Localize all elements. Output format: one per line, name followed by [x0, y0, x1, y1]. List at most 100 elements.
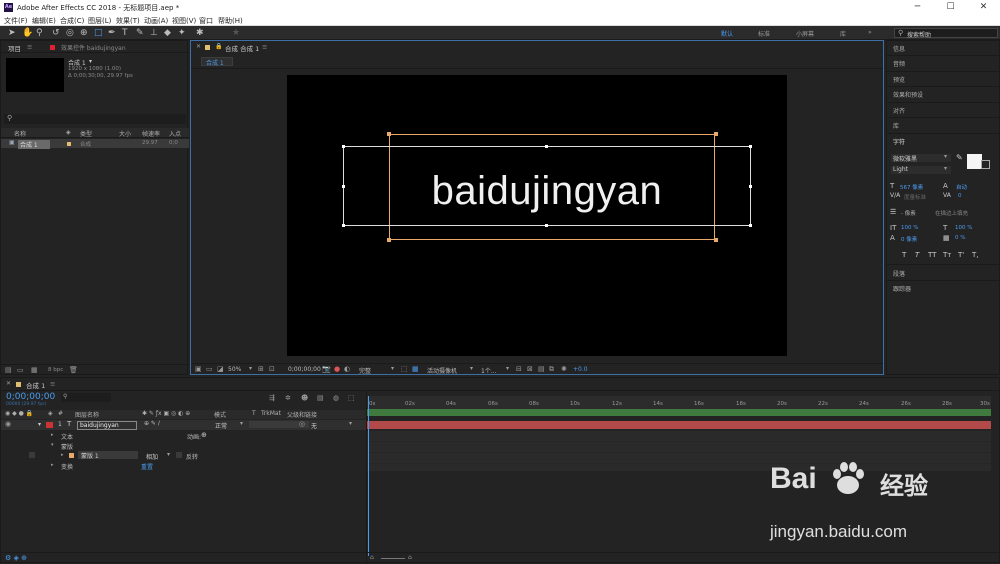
- exposure-value[interactable]: +0.0: [573, 366, 588, 373]
- workspace-more[interactable]: »: [868, 29, 872, 36]
- transparency-grid-icon[interactable]: ▦: [412, 365, 419, 373]
- col-layer-name[interactable]: 图层名称: [75, 410, 99, 419]
- pen-tool-icon[interactable]: ✒: [108, 28, 116, 38]
- timeline-search-input[interactable]: ⚲: [61, 393, 111, 402]
- vertical-scale-value[interactable]: 100 %: [901, 225, 918, 231]
- tracking-value[interactable]: 0: [958, 193, 962, 199]
- reset-exposure-icon[interactable]: ✺: [561, 365, 567, 373]
- chevron-down-icon[interactable]: ▾: [506, 365, 509, 372]
- font-size-value[interactable]: 567 像素: [900, 183, 923, 191]
- col-name[interactable]: 名称: [14, 129, 26, 138]
- tab-timeline[interactable]: 合成 1: [26, 380, 45, 390]
- pick-whip-icon[interactable]: ◎: [299, 420, 305, 428]
- roto-tool-icon[interactable]: ✦: [178, 28, 186, 38]
- hand-tool-icon[interactable]: ✋: [22, 28, 33, 38]
- transform-handle[interactable]: [342, 185, 345, 188]
- baseline-shift-value[interactable]: 0 像素: [901, 235, 917, 243]
- stroke-color-swatch[interactable]: [981, 160, 990, 169]
- text-layer-content[interactable]: baidujingyan: [343, 169, 751, 214]
- av-features-icon[interactable]: ◉ ◆ ● 🔒: [5, 410, 33, 417]
- clone-tool-icon[interactable]: ⊥: [150, 28, 158, 38]
- mask-handle[interactable]: [387, 238, 391, 242]
- panel-info[interactable]: 信息: [893, 44, 905, 53]
- trash-icon[interactable]: 🗑: [69, 366, 78, 374]
- menu-effect[interactable]: 效果(T): [116, 16, 140, 26]
- mask-handle[interactable]: [387, 132, 391, 136]
- panel-paragraph[interactable]: 段落: [893, 269, 905, 278]
- workspace-default[interactable]: 默认: [721, 29, 733, 38]
- menu-view[interactable]: 视图(V): [172, 16, 196, 26]
- timeline-icon[interactable]: ▤: [538, 365, 545, 373]
- table-row[interactable]: ▣ 合成 1 合成 29.97 0;0: [1, 139, 189, 149]
- pan-behind-tool-icon[interactable]: ⊕: [80, 28, 88, 38]
- tab-project[interactable]: 项目: [8, 43, 21, 53]
- property-row-mask1[interactable]: ▸ 蒙版 1 相加 ▾ 反转: [1, 451, 366, 461]
- horizontal-scale-value[interactable]: 100 %: [955, 225, 972, 231]
- chevron-down-icon[interactable]: ▾: [240, 420, 243, 427]
- tab-composition[interactable]: 合成 合成 1: [225, 43, 259, 53]
- font-family-select[interactable]: 微软雅黑 ▾: [891, 153, 951, 163]
- invert-checkbox[interactable]: [176, 452, 182, 458]
- leading-value[interactable]: 自动: [956, 183, 967, 191]
- comp-canvas[interactable]: baidujingyan: [287, 75, 787, 356]
- fast-previews-icon[interactable]: ⊠: [527, 365, 533, 373]
- transform-handle[interactable]: [749, 185, 752, 188]
- layer-duration-bar[interactable]: [367, 421, 991, 429]
- zoom-level[interactable]: 50%: [228, 366, 241, 373]
- layer-label-color[interactable]: [46, 422, 53, 428]
- new-folder-icon[interactable]: ▭: [17, 366, 24, 374]
- tab-effect-controls[interactable]: 效果控件 baidujingyan: [61, 43, 126, 52]
- layer-number-icon[interactable]: #: [58, 410, 63, 417]
- mask-name-field[interactable]: 蒙版 1: [78, 451, 138, 460]
- parent-select[interactable]: 无: [311, 421, 317, 430]
- comp-sub-tab[interactable]: 合成 1: [201, 57, 233, 67]
- chevron-down-icon[interactable]: ▾: [89, 58, 92, 65]
- frame-blend-icon[interactable]: ▤: [317, 394, 324, 402]
- work-area-bar[interactable]: [367, 409, 991, 416]
- always-preview-icon[interactable]: ▣: [195, 365, 202, 373]
- brush-tool-icon[interactable]: ✎: [136, 28, 144, 38]
- zoom-slider[interactable]: [381, 558, 405, 559]
- animate-add-icon[interactable]: ⊕: [201, 431, 207, 439]
- monitor-icon[interactable]: ▭: [206, 365, 213, 373]
- workspace-small-screen[interactable]: 小屏幕: [796, 29, 814, 38]
- eye-icon[interactable]: ◉: [5, 420, 11, 428]
- lock-icon[interactable]: 🔒: [215, 43, 222, 50]
- twirl-open-icon[interactable]: ▾: [38, 421, 41, 428]
- mask-visibility-icon[interactable]: ◪: [217, 365, 224, 373]
- faux-italic-button[interactable]: T: [915, 251, 919, 259]
- time-ruler[interactable]: [367, 396, 991, 410]
- chevron-down-icon[interactable]: ▾: [249, 365, 252, 372]
- expand-layer-switches-icon[interactable]: ⚙ ◈ ⊕: [5, 554, 27, 562]
- property-row-transform[interactable]: ▸ 变换 重置: [1, 461, 366, 471]
- col-parent[interactable]: 父级和链接: [287, 410, 317, 419]
- transform-handle[interactable]: [342, 224, 345, 227]
- panel-character[interactable]: 字符: [893, 137, 905, 146]
- tsume-value[interactable]: 0 %: [955, 235, 965, 241]
- col-mode[interactable]: 模式: [214, 410, 226, 419]
- panel-preview[interactable]: 预览: [893, 75, 905, 84]
- kerning-value[interactable]: 度量标准: [904, 193, 926, 201]
- property-row-masks[interactable]: ▾ 蒙版: [1, 441, 366, 451]
- color-channel-icon[interactable]: ●: [334, 365, 340, 373]
- transform-handle[interactable]: [749, 145, 752, 148]
- project-tab-menu[interactable]: ≡: [27, 43, 32, 51]
- timeline-timecode[interactable]: 0;00;00;00: [6, 392, 55, 402]
- twirl-closed-icon[interactable]: ▸: [51, 432, 54, 438]
- panel-effects-presets[interactable]: 效果和预设: [893, 90, 923, 99]
- chevron-down-icon[interactable]: ▾: [167, 451, 170, 458]
- maximize-button[interactable]: ☐: [934, 0, 967, 15]
- timeline-tab-menu[interactable]: ≡: [50, 380, 55, 388]
- close-icon[interactable]: ✕: [6, 380, 11, 387]
- mask-visibility-box[interactable]: [29, 452, 35, 458]
- puppet-tool-icon[interactable]: ✱: [196, 28, 204, 38]
- col-trkmat[interactable]: TrkMat: [261, 410, 281, 417]
- superscript-button[interactable]: T': [958, 251, 964, 259]
- chevron-down-icon[interactable]: ▾: [391, 365, 394, 372]
- rectangle-tool-icon[interactable]: □: [94, 28, 103, 38]
- search-help-input[interactable]: ⚲ 搜索帮助: [894, 28, 998, 39]
- mask-mode-select[interactable]: 相加: [146, 452, 158, 461]
- twirl-open-icon[interactable]: ▾: [51, 442, 54, 448]
- menu-composition[interactable]: 合成(C): [60, 16, 84, 26]
- transform-handle[interactable]: [545, 145, 548, 148]
